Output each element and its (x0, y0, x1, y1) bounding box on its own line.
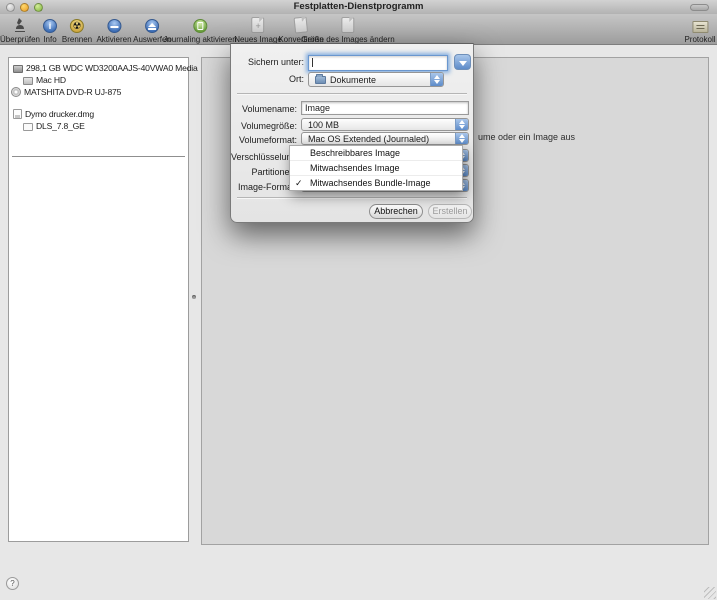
menu-item-sparse-image[interactable]: Mitwachsendes Image (290, 161, 462, 176)
volume-size-popup[interactable]: 100 MB (301, 118, 469, 131)
folder-icon (315, 76, 326, 84)
window-title: Festplatten-Dienstprogramm (0, 1, 717, 12)
volume-format-label: Volumeformat: (231, 135, 297, 145)
menu-item-writable-image[interactable]: Beschreibbares Image (290, 146, 462, 161)
volume-icon (23, 77, 33, 85)
device-list: 298,1 GB WDC WD3200AAJS-40VWA0 Media Mac… (8, 57, 189, 542)
help-button[interactable]: ? (6, 577, 19, 590)
toolbar-toggle-pill-icon[interactable] (690, 4, 709, 11)
image-format-menu: Beschreibbares Image Mitwachsendes Image… (289, 145, 463, 191)
log-icon (692, 21, 708, 33)
encryption-label: Verschlüsselung: (231, 152, 297, 162)
disk-image-file-icon (13, 109, 22, 119)
list-item-volume-machd[interactable]: Mac HD (9, 74, 188, 86)
resize-grip[interactable] (704, 587, 716, 599)
enable-journaling-icon (193, 19, 207, 33)
save-as-input[interactable] (308, 55, 448, 71)
info-icon: i (43, 19, 57, 33)
location-label: Ort: (231, 74, 304, 84)
toolbar-log-button[interactable]: Protokoll (684, 16, 715, 44)
toolbar-new-image-button[interactable]: + Neues Image (234, 16, 282, 44)
verify-microscope-icon (0, 16, 40, 33)
volume-outline-icon (23, 123, 33, 131)
menu-item-sparse-bundle-image[interactable]: ✓ Mitwachsendes Bundle-Image (290, 176, 462, 191)
popup-stepper-icon (455, 119, 468, 130)
image-format-label: Image-Format: (231, 182, 297, 192)
partitions-label: Partitionen: (231, 167, 297, 177)
sheet-separator-bottom (237, 197, 467, 198)
toolbar-enable-journaling-button[interactable]: Journaling aktivieren (163, 16, 236, 44)
text-caret (312, 58, 313, 67)
select-volume-hint-fragment: ume oder ein Image aus (478, 132, 575, 142)
mount-icon (107, 19, 121, 33)
list-item-disk-image[interactable]: Dymo drucker.dmg (9, 108, 188, 120)
new-image-sheet: Sichern unter: Ort: Dokumente Volumename… (230, 43, 474, 223)
resize-image-icon (341, 17, 354, 33)
new-image-icon: + (252, 17, 265, 33)
volume-format-popup[interactable]: Mac OS Extended (Journaled) (301, 132, 469, 145)
disk-utility-window: Festplatten-Dienstprogramm Überprüfen i … (0, 0, 717, 600)
volume-name-input[interactable]: Image (301, 101, 469, 115)
list-item-volume-dls[interactable]: DLS_7.8_GE (9, 120, 188, 132)
toolbar: Überprüfen i Info ☢ Brennen Aktivieren A… (0, 14, 717, 45)
optical-drive-icon (11, 87, 21, 97)
hard-disk-icon (13, 65, 23, 73)
eject-icon (145, 19, 159, 33)
save-as-label: Sichern unter: (231, 57, 304, 67)
sheet-separator-top (237, 93, 467, 94)
popup-stepper-icon (455, 133, 468, 144)
title-bar[interactable]: Festplatten-Dienstprogramm (0, 0, 717, 14)
toolbar-info-button[interactable]: i Info (43, 16, 57, 44)
checkmark-icon: ✓ (295, 176, 303, 191)
split-divider-handle[interactable] (192, 295, 196, 299)
toolbar-resize-image-button[interactable]: Größe des Images ändern (301, 16, 394, 44)
list-item-disk[interactable]: 298,1 GB WDC WD3200AAJS-40VWA0 Media (9, 62, 188, 74)
volume-name-label: Volumename: (231, 104, 297, 114)
sidebar-separator (12, 156, 185, 157)
list-item-optical-drive[interactable]: MATSHITA DVD-R UJ-875 (9, 86, 188, 98)
volume-size-label: Volumegröße: (231, 121, 297, 131)
popup-stepper-icon (430, 73, 443, 86)
toolbar-mount-button[interactable]: Aktivieren (96, 16, 131, 44)
location-popup[interactable]: Dokumente (308, 72, 444, 87)
create-button[interactable]: Erstellen (428, 204, 472, 219)
burn-icon: ☢ (70, 19, 84, 33)
toolbar-burn-button[interactable]: ☢ Brennen (62, 16, 92, 44)
cancel-button[interactable]: Abbrechen (369, 204, 423, 219)
toolbar-verify-button[interactable]: Überprüfen (0, 16, 40, 44)
expand-disclosure-button[interactable] (454, 54, 471, 70)
